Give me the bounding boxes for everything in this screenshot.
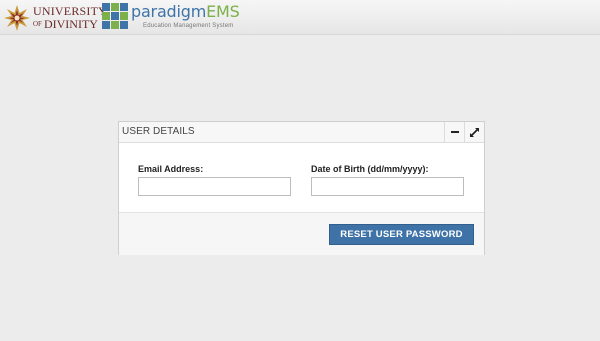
star-seal-icon [4, 5, 30, 31]
university-logo-divinity: DIVINITY [43, 17, 98, 31]
user-details-panel: USER DETAILS Email Address: Date of Birt… [118, 121, 485, 255]
email-label: Email Address: [138, 164, 204, 174]
panel-footer: RESET USER PASSWORD [119, 212, 484, 255]
university-logo-line1: UNIVERSITY [33, 4, 107, 18]
top-header: UNIVERSITY OF DIVINITY paradigmEMS Educat… [0, 0, 600, 35]
expand-button[interactable] [464, 122, 484, 142]
panel-title: USER DETAILS [122, 126, 195, 137]
paradigm-subtitle: Education Management System [143, 23, 234, 29]
minimize-button[interactable] [444, 122, 464, 142]
grid-squares-icon [102, 3, 128, 29]
expand-arrows-icon [470, 127, 479, 137]
paradigm-brand: paradigmEMS [131, 4, 240, 20]
paradigm-brand-ems: EMS [206, 2, 240, 21]
university-logo-of: OF [33, 20, 42, 28]
paradigm-brand-main: paradigm [131, 2, 207, 21]
university-logo-line2: OF DIVINITY [33, 18, 107, 30]
dob-label: Date of Birth (dd/mm/yyyy): [311, 164, 429, 174]
panel-header: USER DETAILS [119, 122, 484, 143]
university-logo-text: UNIVERSITY OF DIVINITY [33, 5, 107, 30]
reset-password-button[interactable]: RESET USER PASSWORD [329, 224, 474, 245]
minus-icon [450, 131, 459, 133]
email-field[interactable] [138, 177, 291, 196]
dob-field[interactable] [311, 177, 464, 196]
